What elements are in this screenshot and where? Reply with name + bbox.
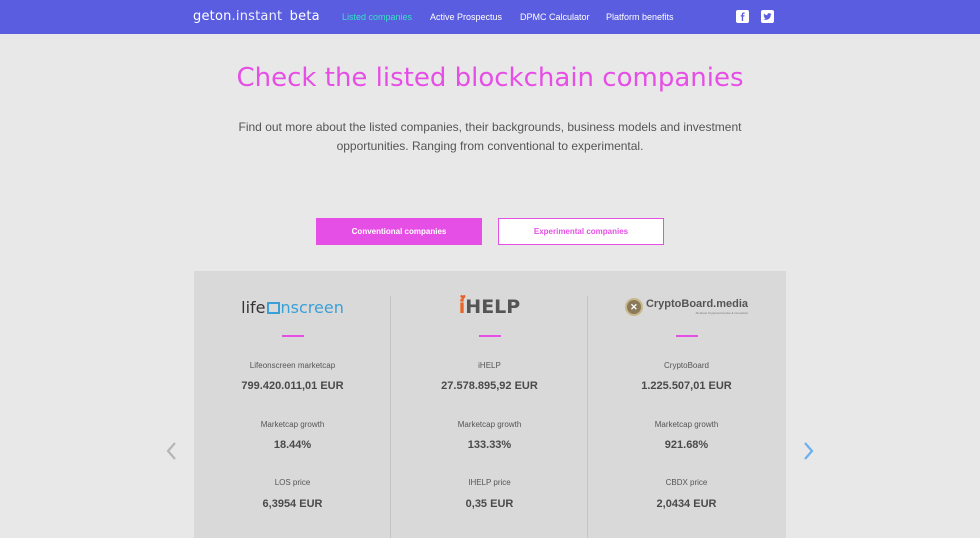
logo-prefix: i ♥: [458, 294, 467, 318]
intro-line-1: Find out more about the listed companies…: [238, 120, 742, 134]
nav-listed-companies[interactable]: Listed companies: [342, 12, 412, 22]
price-label: CBDX price: [665, 478, 708, 487]
carousel-next-button[interactable]: [802, 440, 816, 462]
divider-dash: [282, 335, 304, 337]
nav-active-prospectus[interactable]: Active Prospectus: [430, 12, 502, 22]
growth-value: 921.68%: [664, 439, 709, 451]
nav-dpmc-calculator[interactable]: DPMC Calculator: [520, 12, 590, 22]
marketcap-label: iHELP: [478, 361, 501, 370]
twitter-icon[interactable]: [761, 10, 774, 23]
heart-icon: ♥: [459, 294, 467, 302]
top-navigation-bar: geton.instant beta Listed companies Acti…: [0, 0, 980, 34]
brand-name: geton: [193, 9, 232, 24]
logo-text: HELP: [465, 296, 521, 318]
company-card-ihelp[interactable]: i ♥ HELP iHELP 27.578.895,92 EUR Marketca…: [391, 271, 588, 538]
marketcap-value: 799.420.011,01 EUR: [241, 380, 344, 392]
price-value: 2,0434 EUR: [656, 498, 717, 510]
divider-dash: [479, 335, 501, 337]
marketcap-value: 27.578.895,92 EUR: [441, 380, 538, 392]
ihelp-logo: i ♥ HELP: [391, 294, 588, 319]
company-card-cryptoboard[interactable]: ✕ CryptoBoard.media All about Cryptocurr…: [588, 271, 785, 538]
lifeonscreen-logo: life nscreen: [194, 295, 391, 319]
chevron-right-icon: [804, 442, 814, 460]
page-title: Check the listed blockchain companies: [236, 63, 744, 93]
price-label: LOS price: [274, 478, 311, 487]
tab-experimental-companies[interactable]: Experimental companies: [498, 218, 664, 245]
growth-value: 18.44%: [273, 439, 312, 451]
company-card-lifeonscreen[interactable]: life nscreen Lifeonscreen marketcap 799.…: [194, 271, 391, 538]
nav-platform-benefits[interactable]: Platform benefits: [606, 12, 674, 22]
intro-line-2: opportunities. Ranging from conventional…: [336, 139, 644, 153]
facebook-icon[interactable]: [736, 10, 749, 23]
carousel-prev-button[interactable]: [164, 440, 178, 462]
marketcap-label: CryptoBoard: [664, 361, 709, 370]
screen-icon: [266, 302, 280, 314]
chevron-left-icon: [166, 442, 176, 460]
logo-text: CryptoBoard.media: [645, 298, 749, 310]
price-value: 6,3954 EUR: [262, 498, 323, 510]
price-value: 0,35 EUR: [465, 498, 514, 510]
marketcap-value: 1.225.507,01 EUR: [641, 380, 732, 392]
cryptoboard-logo: ✕ CryptoBoard.media All about Cryptocurr…: [588, 295, 785, 319]
logo-text-part2: nscreen: [280, 297, 344, 317]
company-carousel: life nscreen Lifeonscreen marketcap 799.…: [194, 271, 786, 538]
growth-label: Marketcap growth: [260, 420, 325, 429]
growth-label: Marketcap growth: [457, 420, 522, 429]
logo-text-part1: life: [241, 297, 266, 317]
growth-value: 133.33%: [467, 439, 512, 451]
cryptoboard-coin-icon: ✕: [624, 298, 643, 316]
brand-tag: beta: [289, 9, 320, 24]
price-label: IHELP price: [468, 478, 511, 487]
brand-logo[interactable]: geton.instant beta: [193, 9, 320, 24]
logo-subtext: All about Cryptocurrencies & innovation: [695, 311, 749, 315]
brand-name-rest: instant: [235, 9, 283, 24]
divider-dash: [676, 335, 698, 337]
tab-conventional-companies[interactable]: Conventional companies: [316, 218, 482, 245]
marketcap-label: Lifeonscreen marketcap: [249, 361, 336, 370]
growth-label: Marketcap growth: [654, 420, 719, 429]
intro-text: Find out more about the listed companies…: [225, 118, 755, 156]
